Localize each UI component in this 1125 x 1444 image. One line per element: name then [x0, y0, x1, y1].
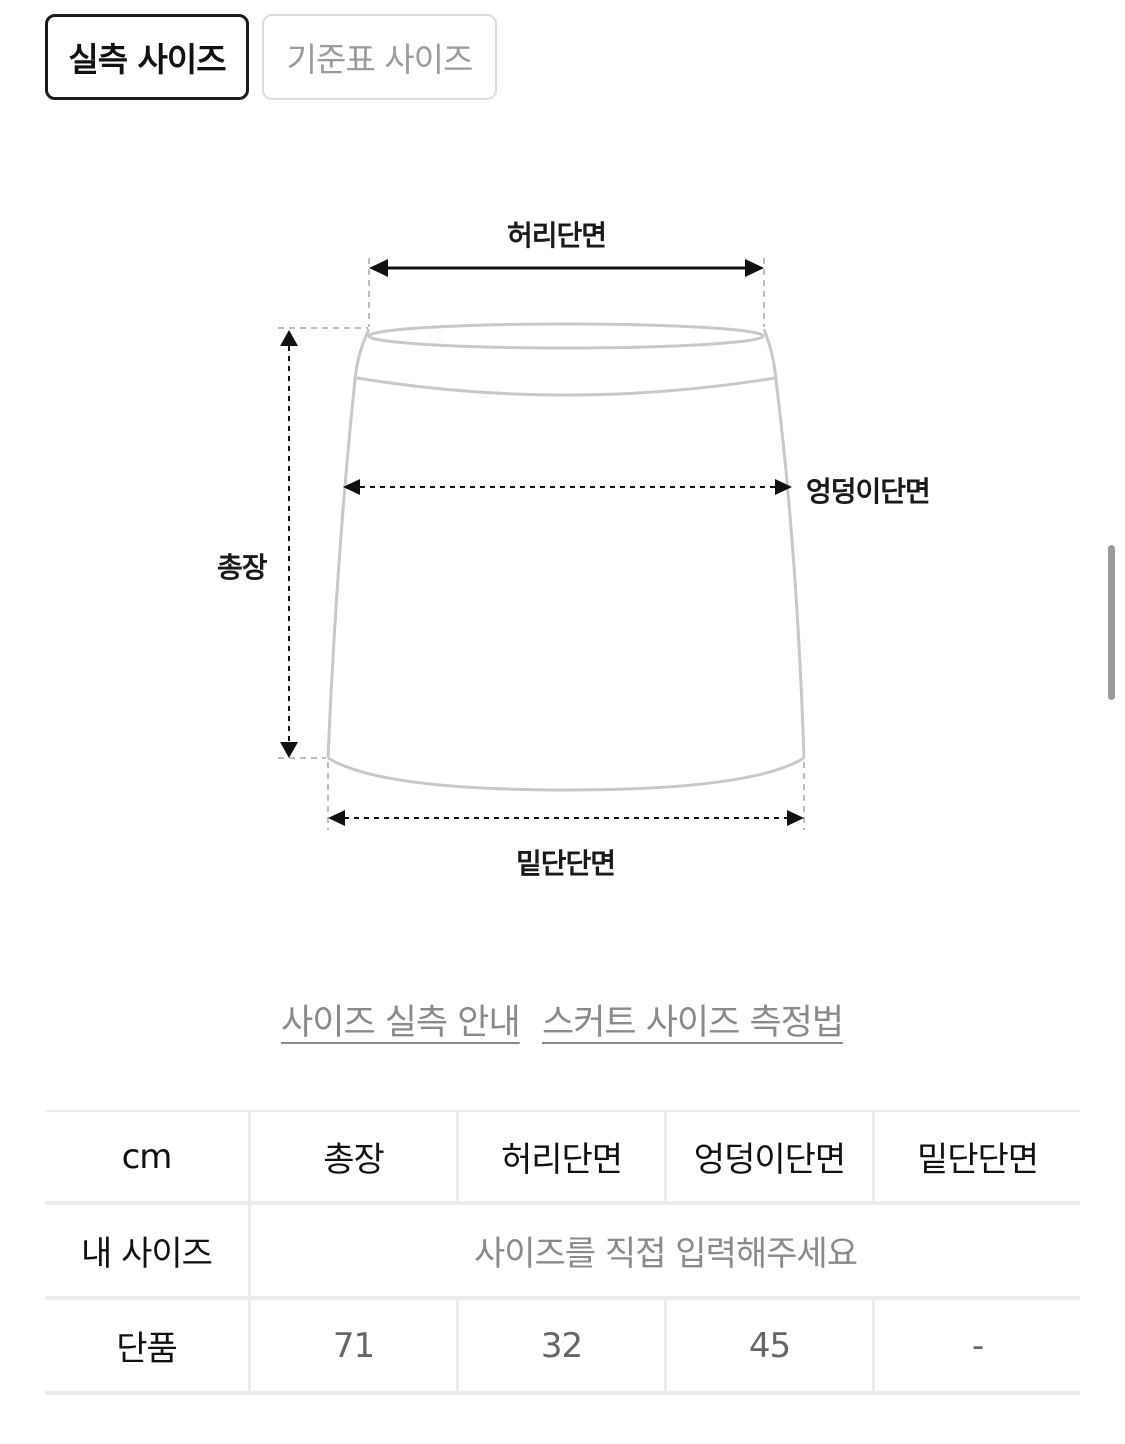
- my-size-label: 내 사이즈: [81, 1234, 213, 1274]
- header-hem: 밑단단면: [872, 1112, 1080, 1201]
- single-label: 단품: [116, 1329, 178, 1369]
- table-header-row: cm 총장 허리단면 엉덩이단면 밑단단면: [45, 1110, 1080, 1205]
- length-arrow: [280, 330, 298, 758]
- single-hip-value: 45: [664, 1300, 872, 1391]
- single-length-value: 71: [248, 1300, 456, 1391]
- single-waist-value: 32: [456, 1300, 664, 1391]
- hip-label: 엉덩이단면: [806, 475, 931, 508]
- skirt-measurement-diagram: [278, 258, 806, 830]
- waist-arrow: [369, 259, 764, 277]
- scrollbar[interactable]: [1108, 545, 1115, 700]
- waist-label: 허리단면: [507, 219, 607, 252]
- table-row-single: 단품 71 32 45 -: [45, 1300, 1080, 1395]
- header-hip: 엉덩이단면: [664, 1112, 872, 1201]
- hem-arrow: [328, 810, 804, 826]
- hem-label: 밑단단면: [516, 847, 616, 880]
- header-unit: cm: [121, 1136, 173, 1177]
- single-hem-value: -: [872, 1300, 1080, 1391]
- skirt-method-link[interactable]: 스커트 사이즈 측정법: [542, 994, 844, 1045]
- skirt-outline: [326, 322, 806, 792]
- hip-arrow: [343, 479, 792, 495]
- size-table: cm 총장 허리단면 엉덩이단면 밑단단면 내 사이즈 사이즈를 직접 입력해주…: [45, 1110, 1080, 1395]
- header-length: 총장: [248, 1112, 456, 1201]
- my-size-input[interactable]: 사이즈를 직접 입력해주세요: [248, 1205, 1080, 1296]
- header-waist: 허리단면: [456, 1112, 664, 1201]
- measure-guide-link[interactable]: 사이즈 실측 안내: [281, 994, 521, 1045]
- length-label: 총장: [217, 551, 268, 584]
- table-row-my-size: 내 사이즈 사이즈를 직접 입력해주세요: [45, 1205, 1080, 1300]
